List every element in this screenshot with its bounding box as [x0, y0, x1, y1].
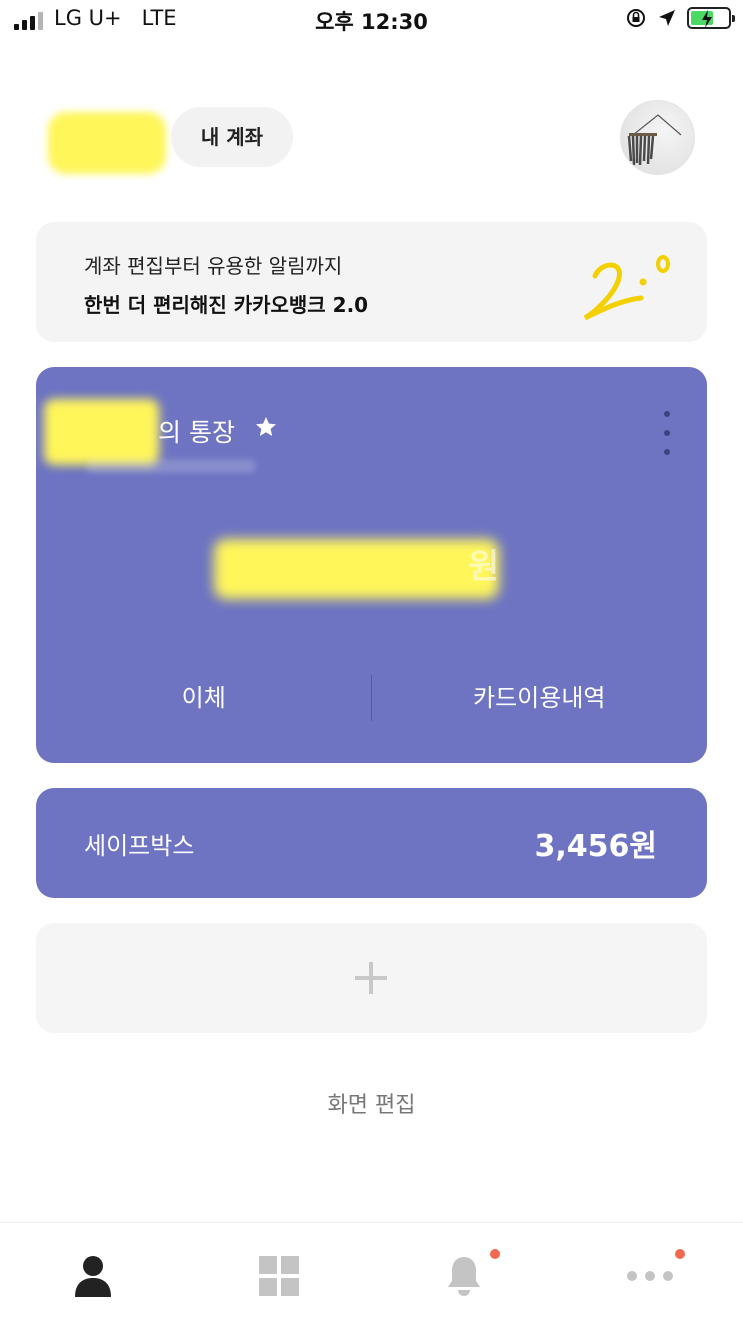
more-icon — [627, 1271, 673, 1281]
more-badge — [675, 1249, 685, 1259]
tab-notifications[interactable] — [434, 1249, 500, 1301]
tab-bar — [0, 1222, 743, 1322]
tab-more[interactable] — [620, 1249, 685, 1301]
rotation-lock-icon — [627, 9, 645, 27]
user-name-redacted — [48, 112, 166, 174]
account-name: 의 통장 — [158, 418, 235, 447]
bell-icon — [448, 1257, 480, 1296]
star-icon[interactable] — [254, 415, 278, 439]
promo-banner[interactable]: 계좌 편집부터 유용한 알림까지 한번 더 편리해진 카카오뱅크 2.0 — [36, 222, 707, 342]
banner-title: 한번 더 편리해진 카카오뱅크 2.0 — [84, 293, 369, 317]
my-account-button[interactable]: 내 계좌 — [171, 107, 293, 167]
version-2-logo — [583, 255, 670, 321]
banner-subtitle: 계좌 편집부터 유용한 알림까지 — [84, 254, 343, 278]
card-history-button[interactable]: 카드이용내역 — [372, 673, 708, 723]
tab-my[interactable] — [63, 1251, 123, 1301]
battery-icon — [687, 7, 735, 29]
edit-screen-link[interactable]: 화면 편집 — [0, 1087, 743, 1119]
safebox-card[interactable]: 세이프박스 3,456원 — [36, 788, 707, 898]
divider — [371, 675, 372, 721]
avatar[interactable] — [620, 100, 695, 175]
plus-icon — [355, 962, 387, 994]
balance-redacted — [214, 539, 499, 599]
account-number-redacted — [86, 459, 256, 473]
transfer-button[interactable]: 이체 — [36, 673, 372, 723]
account-owner-redacted — [44, 399, 159, 465]
tab-services[interactable] — [249, 1251, 309, 1301]
more-options-icon[interactable] — [657, 411, 677, 455]
location-arrow-icon — [659, 10, 675, 26]
status-bar: LG U+ LTE 오후 12:30 — [0, 0, 743, 44]
safebox-amount: 3,456원 — [534, 829, 658, 864]
notification-badge — [490, 1249, 500, 1259]
account-card[interactable]: 의 통장 원 이체 카드이용내역 — [36, 367, 707, 763]
balance-unit: 원 — [468, 547, 500, 587]
avatar-image — [627, 114, 682, 166]
add-account-button[interactable] — [36, 923, 707, 1033]
safebox-label: 세이프박스 — [84, 832, 195, 860]
person-icon — [75, 1256, 111, 1297]
grid-icon — [259, 1256, 299, 1296]
